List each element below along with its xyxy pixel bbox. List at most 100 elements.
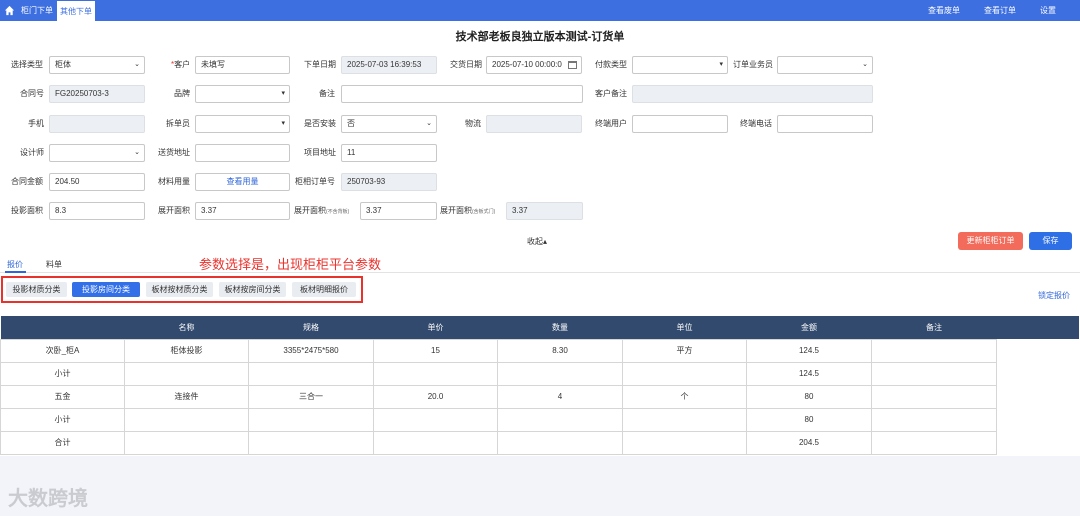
logistics-field — [486, 115, 582, 133]
table-cell: 五金 — [0, 384, 125, 409]
calendar-icon[interactable] — [568, 61, 577, 69]
contract-amount-field[interactable]: 204.50 — [49, 173, 145, 191]
designer-select[interactable]: ⌄ — [49, 144, 145, 162]
update-cabinet-order-button[interactable]: 更新柜柜订单 — [958, 232, 1023, 250]
projection-area-field[interactable]: 8.3 — [49, 202, 145, 220]
chevron-down-icon: ▾ — [281, 90, 285, 97]
table-cell — [871, 407, 997, 432]
pill-board-detail-quote[interactable]: 板材明细报价 — [292, 282, 356, 297]
table-cell — [622, 407, 747, 432]
logistics-label: 物流 — [465, 119, 481, 128]
brand-select[interactable]: ▾ — [195, 85, 290, 103]
expand-area-no-back-label: 展开面积(不含背板) — [294, 202, 349, 220]
table-cell — [248, 407, 374, 432]
col-header-amount: 金额 — [746, 316, 872, 339]
end-phone-field[interactable] — [777, 115, 873, 133]
table-cell: 4 — [497, 384, 623, 409]
tab-door-order[interactable]: 柜门下单 — [18, 0, 56, 21]
table-cell — [248, 430, 374, 455]
table-cell: 小计 — [0, 361, 125, 386]
table-cell: 124.5 — [746, 361, 872, 386]
customer-remark-label: 客户备注 — [595, 89, 627, 98]
brand-label: 品牌 — [174, 89, 190, 98]
col-header-unit: 单位 — [622, 316, 747, 339]
table-cell-blank — [996, 385, 1079, 408]
customer-remark-field — [632, 85, 873, 103]
table-cell — [622, 361, 747, 386]
table-cell — [871, 338, 997, 363]
material-usage-label: 材料用量 — [158, 177, 190, 186]
view-void-orders-link[interactable]: 查看废单 — [928, 0, 960, 21]
col-header-name: 名称 — [124, 316, 249, 339]
payment-type-select[interactable]: ▾ — [632, 56, 728, 74]
install-select[interactable]: 否 ⌄ — [341, 115, 437, 133]
collapse-toggle[interactable]: 收起▴ — [527, 236, 547, 247]
table-cell — [373, 361, 498, 386]
project-address-field[interactable]: 11 — [341, 144, 437, 162]
end-user-field[interactable] — [632, 115, 728, 133]
expand-area-field[interactable]: 3.37 — [195, 202, 290, 220]
expand-area-door-field: 3.37 — [506, 202, 583, 220]
pill-board-material[interactable]: 板材按材质分类 — [146, 282, 213, 297]
order-date-field: 2025-07-03 16:39:53 — [341, 56, 437, 74]
contract-no-field: FG20250703-3 — [49, 85, 145, 103]
table-cell: 小计 — [0, 407, 125, 432]
table-cell — [248, 361, 374, 386]
pill-board-room[interactable]: 板材按房间分类 — [219, 282, 286, 297]
col-header — [0, 316, 125, 339]
col-header-qty: 数量 — [497, 316, 623, 339]
table-cell — [124, 361, 249, 386]
delivery-address-field[interactable] — [195, 144, 290, 162]
table-row: 合计 204.5 — [0, 430, 1079, 455]
table-cell — [373, 430, 498, 455]
table-cell: 204.5 — [746, 430, 872, 455]
chevron-down-icon: ⌄ — [862, 61, 868, 68]
customer-field[interactable]: 未填写 — [195, 56, 290, 74]
order-date-label: 下单日期 — [304, 60, 336, 69]
quote-table: 名称 规格 单价 数量 单位 金额 备注 次卧_柜A 柜体投影 3355*247… — [0, 316, 1079, 455]
view-orders-link[interactable]: 查看订单 — [984, 0, 1016, 21]
delivery-date-value: 2025-07-10 00:00:0 — [492, 60, 562, 69]
select-type-select[interactable]: 柜体 ⌄ — [49, 56, 145, 74]
delivery-date-field[interactable]: 2025-07-10 00:00:0 — [486, 56, 582, 74]
lock-quote-link[interactable]: 锁定报价 — [1038, 290, 1070, 301]
table-cell — [497, 407, 623, 432]
page-title: 技术部老板良独立版本测试-订货单 — [455, 31, 625, 43]
col-header-spec: 规格 — [248, 316, 374, 339]
pill-projection-room[interactable]: 投影房间分类 — [72, 282, 140, 297]
table-cell: 124.5 — [746, 338, 872, 363]
table-cell: 8.30 — [497, 338, 623, 363]
table-cell: 柜体投影 — [124, 338, 249, 363]
phone-label: 手机 — [28, 119, 44, 128]
tab-material-list[interactable]: 料单 — [46, 259, 62, 271]
table-cell — [497, 361, 623, 386]
active-tab-indicator — [5, 271, 26, 273]
pill-projection-material[interactable]: 投影材质分类 — [6, 282, 67, 297]
page-footer-area — [0, 456, 1080, 516]
table-cell: 15 — [373, 338, 498, 363]
table-header-row: 名称 规格 单价 数量 单位 金额 备注 — [0, 316, 1079, 339]
payment-type-label: 付款类型 — [595, 60, 627, 69]
view-usage-button[interactable]: 查看用量 — [195, 173, 290, 191]
tab-quote[interactable]: 报价 — [7, 259, 23, 271]
table-cell: 次卧_柜A — [0, 338, 125, 363]
table-cell — [373, 407, 498, 432]
remark-textarea[interactable] — [341, 85, 583, 103]
save-button[interactable]: 保存 — [1029, 232, 1072, 250]
table-cell — [124, 430, 249, 455]
splitter-select[interactable]: ▾ — [195, 115, 290, 133]
home-icon[interactable] — [4, 5, 15, 16]
table-row: 次卧_柜A 柜体投影 3355*2475*580 15 8.30 平方 124.… — [0, 338, 1079, 363]
expand-area-door-note: (含板式门) — [472, 209, 496, 215]
expand-area-no-back-field[interactable]: 3.37 — [360, 202, 437, 220]
settings-link[interactable]: 设置 — [1040, 0, 1056, 21]
expand-area-door-label: 展开面积(含板式门) — [440, 202, 495, 220]
salesperson-select[interactable]: ⌄ — [777, 56, 873, 74]
col-header-extra — [996, 316, 1079, 339]
table-cell: 三合一 — [248, 384, 374, 409]
expand-area-door-label-text: 展开面积 — [440, 206, 472, 215]
tab-other-order[interactable]: 其他下单 — [56, 0, 96, 21]
customer-label: *客户 — [171, 60, 191, 69]
top-navigation-bar: 柜门下单 其他下单 查看废单 查看订单 设置 — [0, 0, 1080, 21]
chevron-down-icon: ⌄ — [134, 61, 140, 68]
